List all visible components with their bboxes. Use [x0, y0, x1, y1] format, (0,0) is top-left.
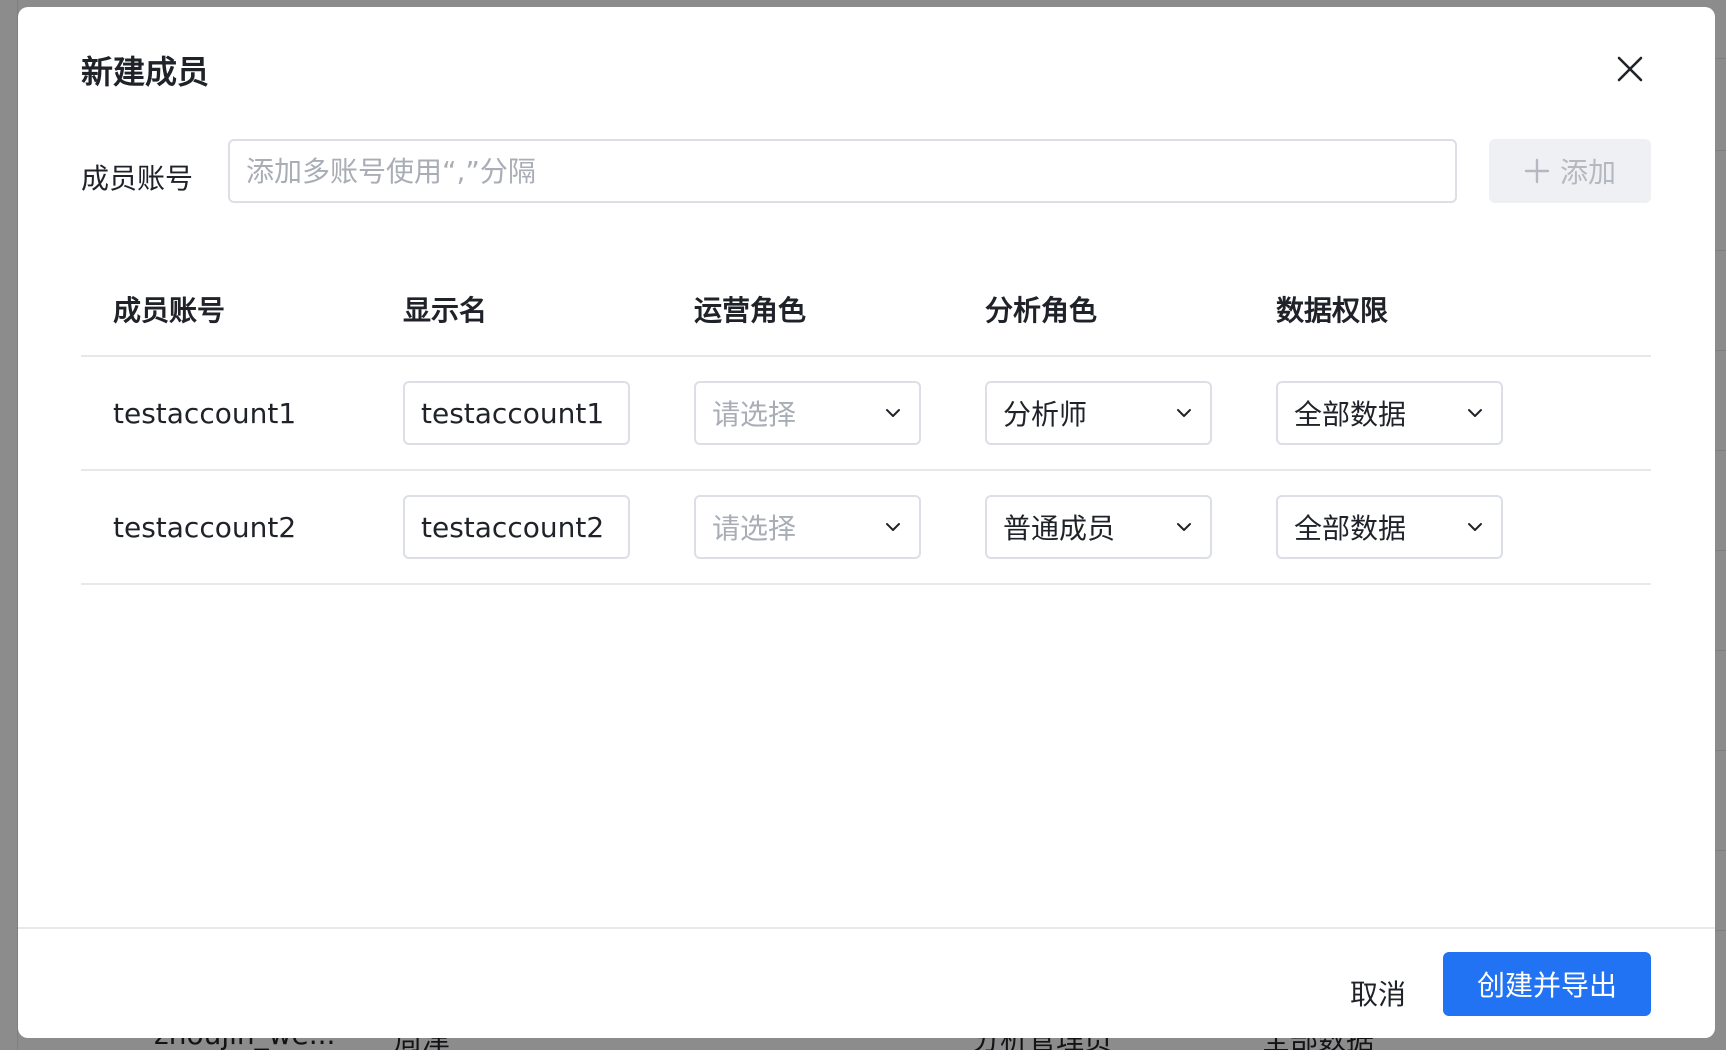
- ops-role-select[interactable]: 请选择: [694, 381, 921, 445]
- member-account-label: 成员账号: [81, 162, 194, 195]
- data-permission-value: 全部数据: [1294, 512, 1407, 545]
- chevron-down-icon: [1177, 409, 1191, 417]
- ops-role-select[interactable]: 请选择: [694, 495, 921, 559]
- member-account-input[interactable]: [228, 139, 1457, 203]
- dialog-title: 新建成员: [81, 53, 210, 91]
- chevron-down-icon: [1177, 523, 1191, 531]
- chevron-down-icon: [1468, 409, 1482, 417]
- data-permission-select[interactable]: 全部数据: [1276, 495, 1503, 559]
- data-permission-value: 全部数据: [1294, 398, 1407, 431]
- add-button-label: 添加: [1559, 156, 1616, 189]
- header-data-permission: 数据权限: [1276, 294, 1389, 327]
- plus-icon: [1524, 158, 1550, 184]
- create-and-export-button[interactable]: 创建并导出: [1443, 952, 1651, 1016]
- row-account: testaccount1: [113, 397, 297, 430]
- table-header: 成员账号 显示名 运营角色 分析角色 数据权限: [81, 255, 1651, 357]
- display-name-input[interactable]: [403, 381, 630, 445]
- ops-role-value: 请选择: [712, 512, 797, 545]
- header-display-name: 显示名: [403, 294, 488, 327]
- analysis-role-select[interactable]: 分析师: [985, 381, 1212, 445]
- row-account: testaccount2: [113, 511, 297, 544]
- header-member-account: 成员账号: [113, 294, 226, 327]
- header-ops-role: 运营角色: [694, 294, 807, 327]
- new-member-dialog: 新建成员 成员账号 添加 成员账号 显示名 运营角色 分析角色 数据权限 tes…: [18, 7, 1715, 1038]
- ops-role-value: 请选择: [712, 398, 797, 431]
- data-permission-select[interactable]: 全部数据: [1276, 381, 1503, 445]
- add-button[interactable]: 添加: [1489, 139, 1651, 203]
- analysis-role-value: 分析师: [1003, 398, 1088, 431]
- chevron-down-icon: [1468, 523, 1482, 531]
- chevron-down-icon: [886, 409, 900, 417]
- display-name-input[interactable]: [403, 495, 630, 559]
- table-row: testaccount1 请选择 分析师 全部数据: [81, 357, 1651, 471]
- member-table: 成员账号 显示名 运营角色 分析角色 数据权限 testaccount1 请选择…: [81, 255, 1651, 585]
- analysis-role-value: 普通成员: [1003, 512, 1116, 545]
- analysis-role-select[interactable]: 普通成员: [985, 495, 1212, 559]
- close-icon: [1617, 56, 1643, 82]
- chevron-down-icon: [886, 523, 900, 531]
- close-button[interactable]: [1606, 45, 1654, 93]
- header-analysis-role: 分析角色: [985, 294, 1098, 327]
- cancel-button[interactable]: 取消: [1318, 961, 1438, 1025]
- footer-divider: [18, 927, 1715, 929]
- table-row: testaccount2 请选择 普通成员 全部数据: [81, 471, 1651, 585]
